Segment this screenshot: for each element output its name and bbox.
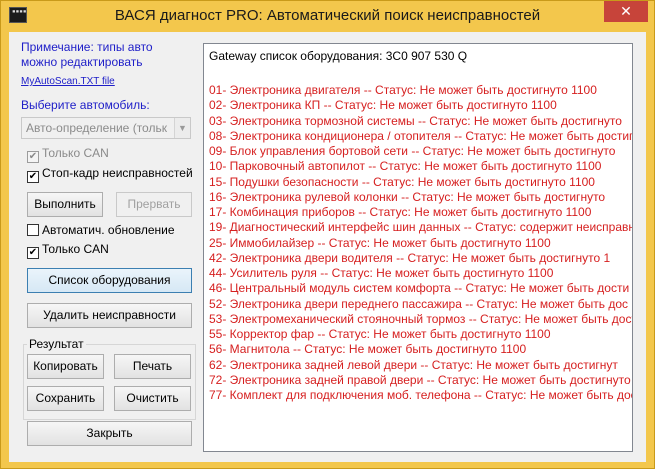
auto-update-label: Автоматич. обновление: [42, 223, 175, 237]
car-select-value: Авто-определение (тольк: [26, 121, 167, 135]
window-title: ВАСЯ диагност PRO: Автоматический поиск …: [114, 7, 541, 24]
module-status-line: 19- Диагностический интерфейс шин данных…: [209, 220, 633, 235]
client-area: Примечание: типы авто можно редактироват…: [9, 32, 646, 462]
module-status-line: 01- Электроника двигателя -- Статус: Не …: [209, 83, 597, 97]
module-status-line: 77- Комплект для подключения моб. телефо…: [209, 388, 633, 402]
module-status-line: 56- Магнитола -- Статус: Не может быть д…: [209, 342, 527, 357]
gateway-header: Gateway список оборудования: 3C0 907 530…: [209, 49, 468, 63]
abort-button[interactable]: Прервать: [116, 192, 192, 217]
module-status-line: 03- Электроника тормозной системы -- Ста…: [209, 113, 622, 128]
module-status-line: 09- Блок управления бортовой сети -- Ста…: [209, 144, 616, 158]
freeze-frame-checkbox[interactable]: ✔ Стоп-кадр неисправностей: [27, 166, 193, 183]
save-button[interactable]: Сохранить: [27, 386, 104, 411]
checkbox-check-icon: [27, 224, 39, 236]
module-status-line: 72- Электроника задней правой двери -- С…: [209, 372, 631, 387]
module-status-line: 15- Подушки безопасности -- Статус: Не м…: [209, 174, 595, 189]
note-text: Примечание: типы авто можно редактироват…: [21, 40, 153, 69]
checkbox-check-icon: ✔: [27, 151, 39, 163]
module-status-line: 10- Парковочный автопилот -- Статус: Не …: [209, 159, 602, 174]
module-status-line: 46- Центральный модуль систем комфорта -…: [209, 281, 630, 296]
module-status-list: 01- Электроника двигателя -- Статус: Не …: [209, 83, 633, 403]
module-status-line: 52- Электроника двери переднего пассажир…: [209, 296, 629, 311]
only-can-top-label: Только CAN: [42, 146, 109, 160]
module-status-line: 55- Корректор фар -- Статус: Не может бы…: [209, 327, 551, 341]
print-button[interactable]: Печать: [114, 354, 191, 379]
only-can-top-checkbox[interactable]: ✔ Только CAN: [27, 146, 109, 163]
app-window: ▪▪▪▪ ВАСЯ диагност PRO: Автоматический п…: [0, 0, 655, 469]
module-status-line: 53- Электромеханический стояночный тормо…: [209, 311, 633, 326]
title-bar[interactable]: ▪▪▪▪ ВАСЯ диагност PRO: Автоматический п…: [1, 1, 654, 31]
module-status-line: 17- Комбинация приборов -- Статус: Не мо…: [209, 205, 592, 219]
choose-car-label: Выберите автомобиль:: [21, 98, 150, 112]
module-status-line: 44- Усилитель руля -- Статус: Не может б…: [209, 266, 554, 280]
module-status-line: 62- Электроника задней левой двери -- Ст…: [209, 357, 618, 372]
car-select[interactable]: Авто-определение (тольк ▼: [21, 117, 191, 139]
module-status-line: 25- Иммобилайзер -- Статус: Не может быт…: [209, 235, 551, 250]
module-status-line: 42- Электроника двери водителя -- Статус…: [209, 250, 611, 265]
execute-button[interactable]: Выполнить: [27, 192, 103, 217]
module-status-line: 16- Электроника рулевой колонки -- Стату…: [209, 189, 606, 204]
auto-update-checkbox[interactable]: Автоматич. обновление: [27, 223, 175, 239]
close-button[interactable]: Закрыть: [27, 421, 192, 446]
checkbox-check-icon: ✔: [27, 247, 39, 259]
freeze-frame-label: Стоп-кадр неисправностей: [42, 166, 193, 180]
chevron-down-icon[interactable]: ▼: [174, 118, 190, 138]
clear-faults-button[interactable]: Удалить неисправности: [27, 303, 192, 328]
equipment-list-button[interactable]: Список оборудования: [27, 268, 192, 293]
only-can-label: Только CAN: [42, 242, 109, 256]
module-status-line: 02- Электроника КП -- Статус: Не может б…: [209, 98, 557, 113]
only-can-checkbox[interactable]: ✔ Только CAN: [27, 242, 109, 259]
module-status-line: 08- Электроника кондиционера / отопителя…: [209, 128, 633, 143]
checkbox-check-icon: ✔: [27, 171, 39, 183]
equipment-output[interactable]: Gateway список оборудования: 3C0 907 530…: [203, 43, 633, 452]
result-group-label: Результат: [27, 337, 86, 351]
clean-button[interactable]: Очистить: [114, 386, 191, 411]
copy-button[interactable]: Копировать: [27, 354, 104, 379]
autoscan-file-link[interactable]: MyAutoScan.TXT file: [21, 76, 115, 87]
close-window-button[interactable]: ✕: [604, 1, 648, 22]
